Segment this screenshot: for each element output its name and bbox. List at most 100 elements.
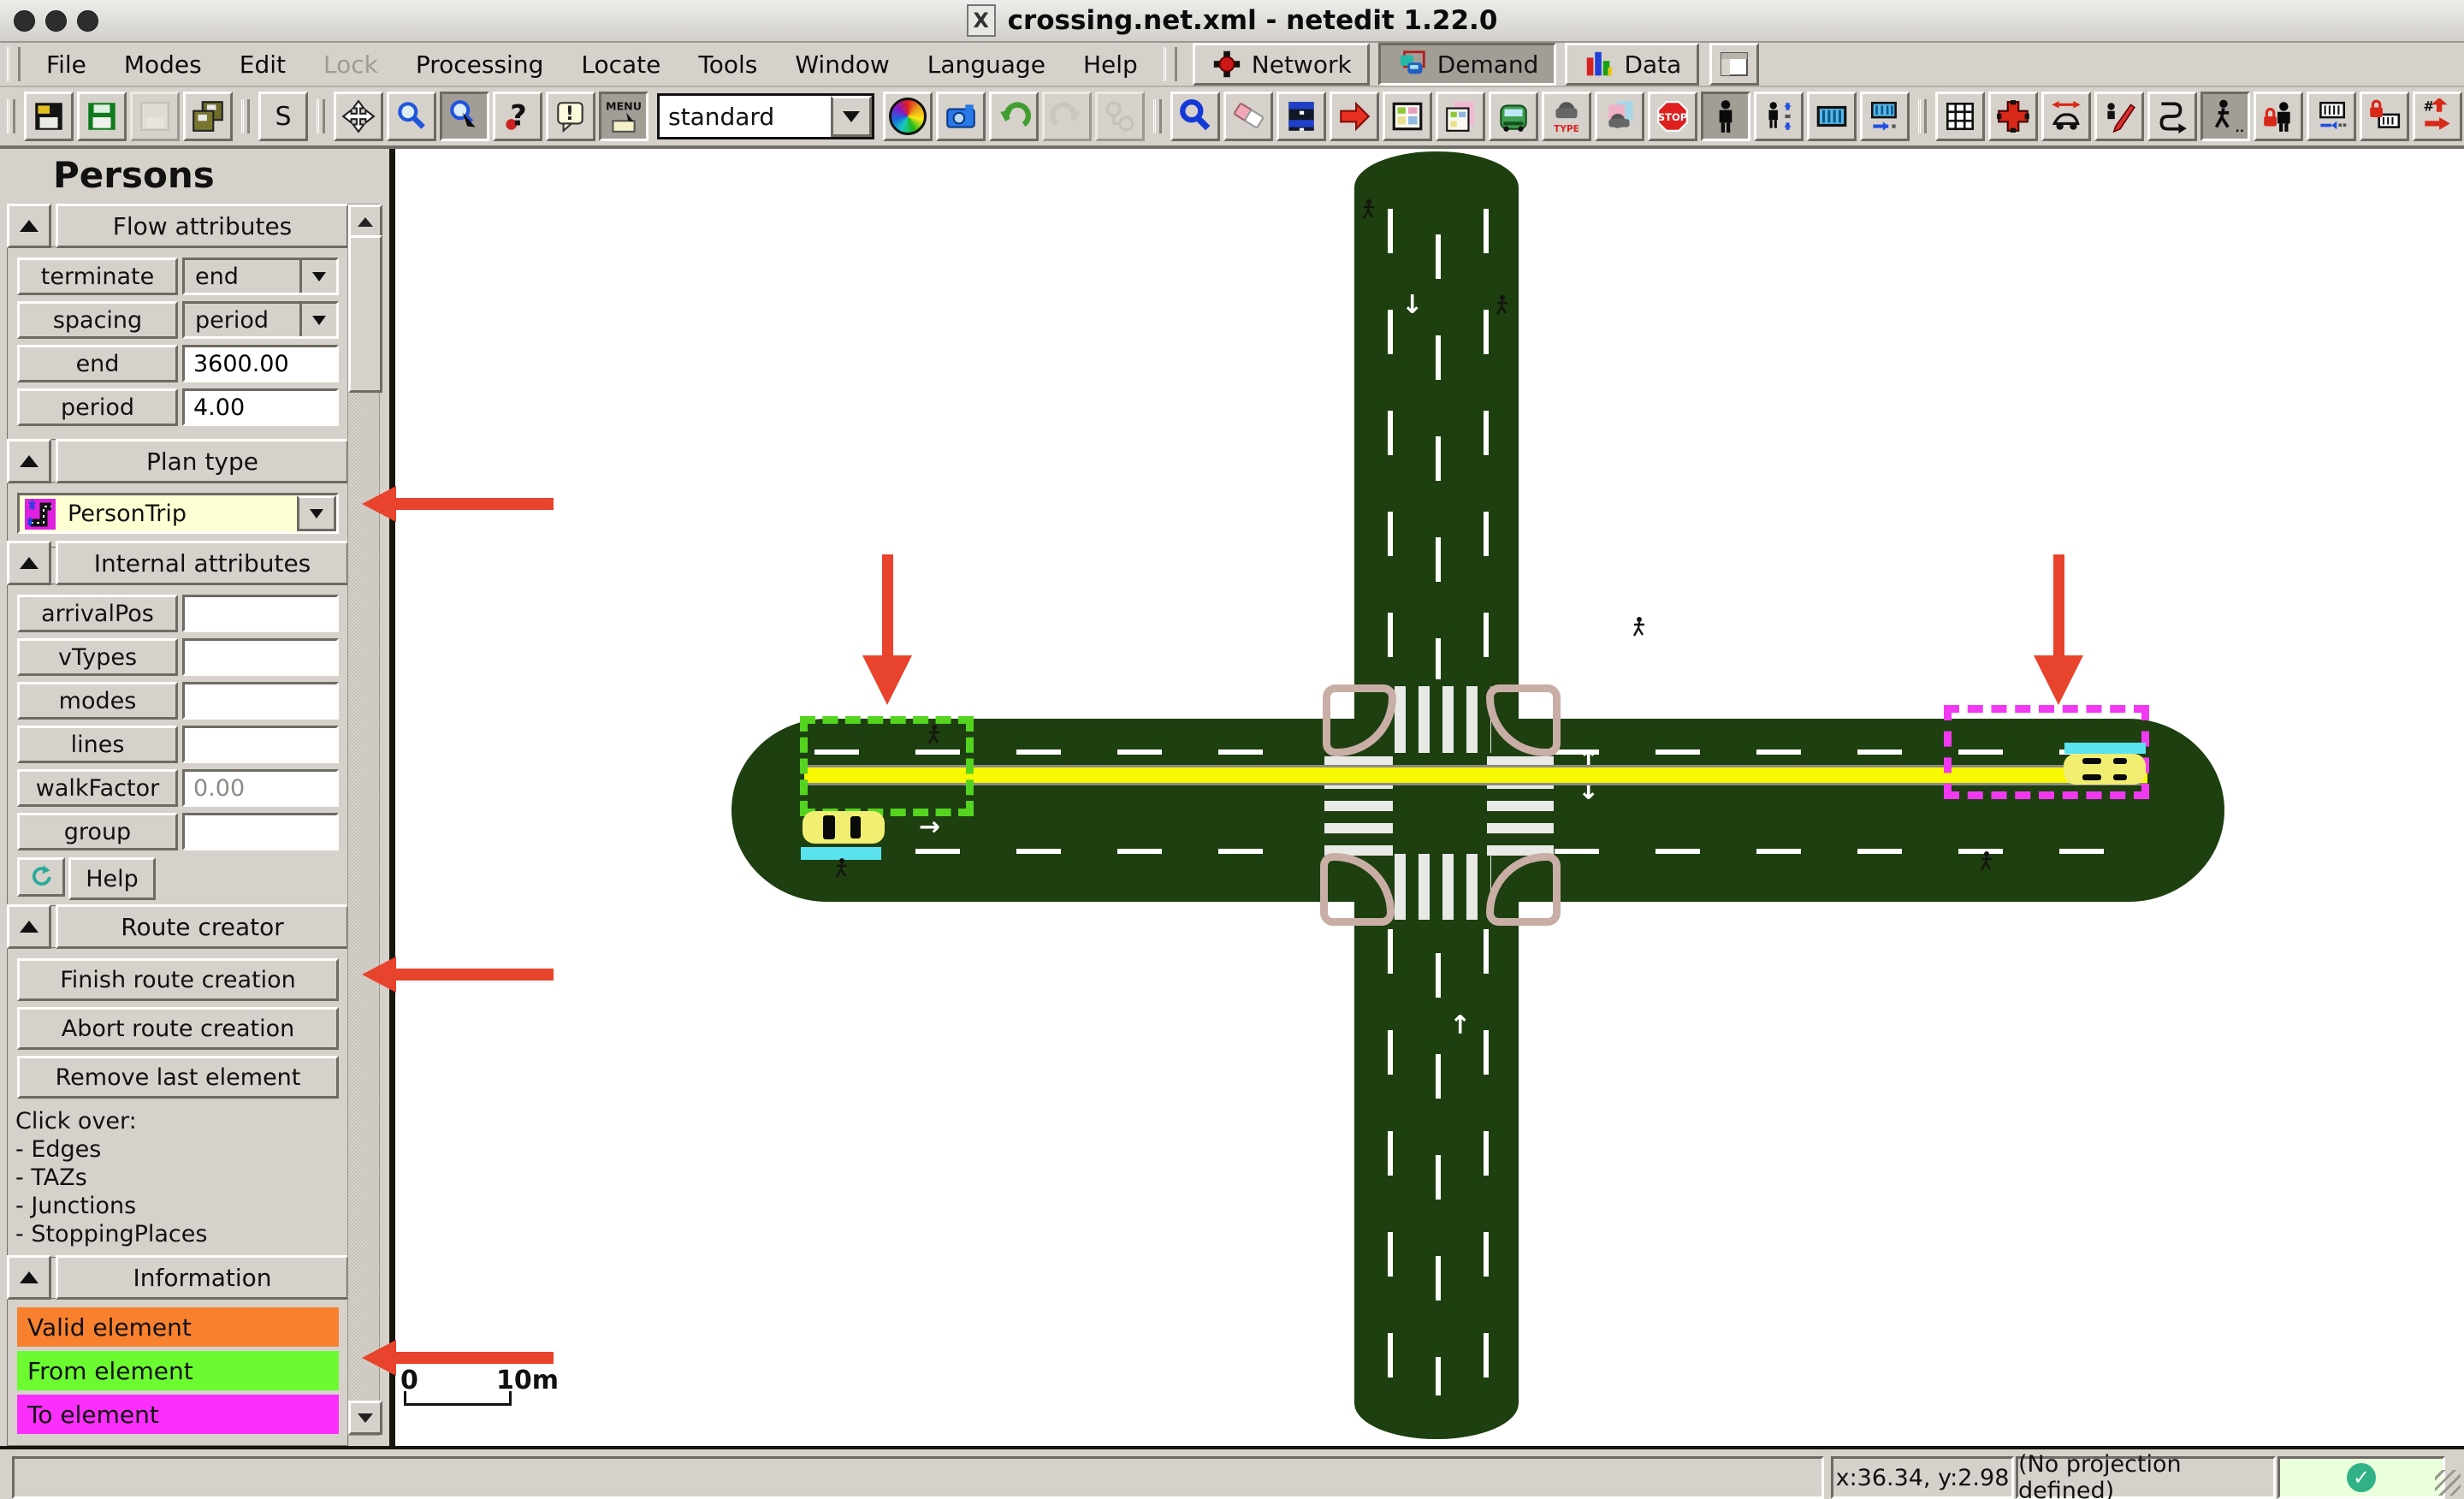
pedestrian[interactable] xyxy=(1360,198,1377,221)
container-mode-button[interactable] xyxy=(1807,92,1857,141)
supermode-grip[interactable] xyxy=(1164,47,1177,81)
walkfactor-label[interactable]: walkFactor xyxy=(17,769,178,807)
color-scheme-button[interactable] xyxy=(883,92,933,141)
terminate-label[interactable]: terminate xyxy=(17,258,178,295)
collapse-plan-button[interactable] xyxy=(7,439,51,483)
group-field[interactable] xyxy=(182,813,339,850)
view-scheme-value[interactable]: standard xyxy=(660,96,831,137)
toolbar-grip-4[interactable] xyxy=(1153,99,1162,133)
lock-container-toggle-button[interactable] xyxy=(2360,92,2409,141)
pedestrian[interactable] xyxy=(1494,294,1511,317)
stop-mode-button[interactable]: STOP xyxy=(1648,92,1697,141)
menu-edit[interactable]: Edit xyxy=(221,45,305,84)
modes-label[interactable]: modes xyxy=(17,682,178,720)
show-person-plans-toggle-button[interactable]: ... xyxy=(2200,92,2250,141)
container-plan-mode-button[interactable] xyxy=(1860,92,1910,141)
close-window-icon[interactable] xyxy=(14,10,35,32)
crosswalk-south[interactable] xyxy=(1395,854,1491,920)
view-scheme-dropdown[interactable] xyxy=(831,96,872,137)
pedestrian[interactable] xyxy=(926,724,943,746)
arrivalpos-label[interactable]: arrivalPos xyxy=(17,595,178,632)
undo-button[interactable] xyxy=(989,92,1039,141)
abort-route-creation-button[interactable]: Abort route creation xyxy=(17,1007,339,1050)
spread-vehicles-toggle-button[interactable] xyxy=(2041,92,2091,141)
move-view-button[interactable] xyxy=(334,92,383,141)
remove-last-element-button[interactable]: Remove last element xyxy=(17,1056,339,1099)
grid-toggle-button[interactable] xyxy=(1935,92,1985,141)
data-supermode-button[interactable]: Data xyxy=(1565,43,1699,86)
toolbar-grip-3[interactable] xyxy=(317,99,325,133)
save-network-button[interactable] xyxy=(24,92,74,141)
menu-popup-button[interactable]: MENU xyxy=(599,92,649,141)
lines-label[interactable]: lines xyxy=(17,726,178,763)
scrollbar-thumb[interactable] xyxy=(348,235,382,393)
inspect-mode-button[interactable] xyxy=(1170,92,1220,141)
from-edge-highlight[interactable] xyxy=(800,716,974,816)
pedestrian[interactable] xyxy=(1631,616,1648,638)
zoom-extent-button[interactable] xyxy=(387,92,436,141)
menubar-grip[interactable] xyxy=(7,47,21,81)
scroll-up-button[interactable] xyxy=(348,204,382,239)
maximize-window-icon[interactable] xyxy=(77,10,98,32)
lock-person-toggle-button[interactable] xyxy=(2254,92,2303,141)
select-mode-button[interactable] xyxy=(1276,92,1326,141)
menu-help[interactable]: Help xyxy=(1064,45,1157,84)
menu-file[interactable]: File xyxy=(27,45,105,84)
title-bar[interactable]: X crossing.net.xml - netedit 1.22.0 xyxy=(0,0,2464,43)
minimize-window-icon[interactable] xyxy=(45,10,67,32)
menu-processing[interactable]: Processing xyxy=(397,45,563,84)
demand-supermode-button[interactable]: Demand xyxy=(1378,43,1557,86)
route-mode-button[interactable] xyxy=(1383,92,1432,141)
snapshot-button[interactable] xyxy=(936,92,986,141)
help-button[interactable]: ? xyxy=(493,92,542,141)
end-field[interactable] xyxy=(182,345,339,382)
draw-person-toggle-button[interactable] xyxy=(2094,92,2144,141)
person-mode-button[interactable] xyxy=(1701,92,1750,141)
scroll-down-button[interactable] xyxy=(348,1401,382,1435)
resize-grip[interactable] xyxy=(2435,1470,2461,1496)
toolbar-grip-1[interactable] xyxy=(7,99,15,133)
menu-tools[interactable]: Tools xyxy=(679,45,776,84)
view-scheme-combo[interactable]: standard xyxy=(657,93,874,139)
vtypes-label[interactable]: vTypes xyxy=(17,638,178,676)
delete-mode-button[interactable] xyxy=(1223,92,1273,141)
information-header[interactable]: Information xyxy=(56,1255,349,1300)
window-controls[interactable] xyxy=(14,10,98,32)
save-demand-button[interactable] xyxy=(77,92,127,141)
move-mode-button[interactable] xyxy=(1330,92,1379,141)
route-creator-header[interactable]: Route creator xyxy=(56,904,349,949)
lines-field[interactable] xyxy=(182,726,339,763)
vehicle[interactable] xyxy=(2064,754,2146,785)
vehicle[interactable] xyxy=(803,811,885,844)
type-distribution-mode-button[interactable] xyxy=(1595,92,1644,141)
period-field[interactable] xyxy=(182,388,339,426)
collapse-flow-button[interactable] xyxy=(7,204,51,248)
panel-splitter[interactable] xyxy=(389,149,395,1446)
type-mode-button[interactable]: TYPE xyxy=(1542,92,1591,141)
toolbar-grip-2[interactable] xyxy=(241,99,250,133)
menu-modes[interactable]: Modes xyxy=(105,45,221,84)
help-button-panel[interactable]: Help xyxy=(68,857,156,900)
pedestrian[interactable] xyxy=(1978,850,1995,873)
show-overlapped-routes-toggle-button[interactable]: # xyxy=(2413,92,2462,141)
messages-button[interactable]: ! xyxy=(546,92,595,141)
person-plan-mode-button[interactable] xyxy=(1754,92,1804,141)
toolbar-grip-5[interactable] xyxy=(1918,99,1927,133)
internal-attributes-header[interactable]: Internal attributes xyxy=(56,541,349,585)
plan-type-combo[interactable]: PersonTrip xyxy=(17,493,339,534)
crosswalk-north[interactable] xyxy=(1395,686,1491,753)
show-container-plans-toggle-button[interactable] xyxy=(2307,92,2356,141)
junction-shape-toggle-button[interactable] xyxy=(1988,92,2038,141)
vtypes-field[interactable] xyxy=(182,638,339,676)
group-label[interactable]: group xyxy=(17,813,178,850)
spacing-dropdown[interactable] xyxy=(299,304,336,336)
walkfactor-field[interactable] xyxy=(182,769,339,807)
terminate-dropdown[interactable] xyxy=(299,260,336,293)
pedestrian[interactable] xyxy=(833,857,850,880)
modes-field[interactable] xyxy=(182,682,339,720)
network-view[interactable]: ↓ ↑ → ↑ ↓ xyxy=(395,149,2464,1446)
collapse-information-button[interactable] xyxy=(7,1255,51,1300)
collapse-route-button[interactable] xyxy=(7,904,51,949)
terminate-combo[interactable]: end xyxy=(182,258,339,295)
plan-type-header[interactable]: Plan type xyxy=(56,439,349,483)
